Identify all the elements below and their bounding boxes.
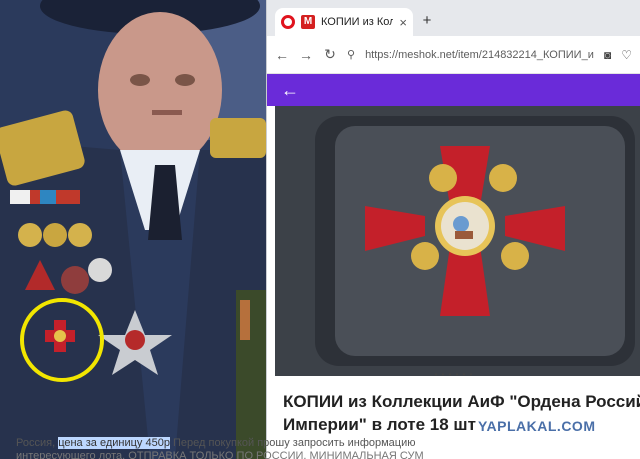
- site-info-icon[interactable]: ⚲: [347, 48, 355, 61]
- product-title-line-1: КОПИИ из Коллекции АиФ "Ордена Российс: [283, 392, 640, 411]
- description-suffix: Перед покупкой прошу запросить информаци…: [169, 437, 416, 449]
- address-bar: ← → ↻ ⚲ https://meshok.net/item/21483221…: [267, 36, 640, 74]
- veteran-photo-drawing: [0, 0, 266, 459]
- meshok-favicon-icon: M: [301, 15, 315, 29]
- product-description: Россия, цена за единицу 450р Перед покуп…: [16, 437, 416, 450]
- product-description-line-2: интересующего лота. ОТПРАВКА ТОЛЬКО ПО Р…: [16, 450, 424, 459]
- forward-icon[interactable]: →: [299, 47, 313, 63]
- browser-tab[interactable]: M КОПИИ из Коллекции А ×: [275, 8, 413, 36]
- browser-window: M КОПИИ из Коллекции А × + ← → ↻ ⚲ https…: [266, 0, 640, 459]
- price-highlight: цена за единицу 450р: [58, 437, 170, 449]
- tab-close-icon[interactable]: ×: [399, 15, 407, 30]
- new-tab-button[interactable]: +: [419, 13, 435, 29]
- reload-icon[interactable]: ↻: [323, 46, 337, 63]
- site-back-arrow-icon[interactable]: ←: [281, 80, 299, 101]
- url-field[interactable]: https://meshok.net/item/214832214_КОПИИ_…: [365, 49, 594, 61]
- camera-icon[interactable]: ◙: [604, 48, 611, 62]
- tab-bar: M КОПИИ из Коллекции А × +: [267, 0, 640, 36]
- veteran-photo: [0, 0, 266, 459]
- gallery-pagination[interactable]: • • • • • •: [267, 370, 640, 379]
- opera-icon[interactable]: [281, 15, 295, 29]
- site-header: ←: [267, 74, 640, 106]
- back-icon[interactable]: ←: [275, 47, 289, 63]
- order-image-drawing: [275, 106, 640, 376]
- heart-icon[interactable]: ♡: [621, 48, 632, 62]
- site-watermark: YAPLAKAL.COM: [478, 418, 596, 434]
- tab-title: КОПИИ из Коллекции А: [321, 16, 393, 28]
- product-image[interactable]: [275, 106, 640, 376]
- description-prefix: Россия,: [16, 437, 59, 449]
